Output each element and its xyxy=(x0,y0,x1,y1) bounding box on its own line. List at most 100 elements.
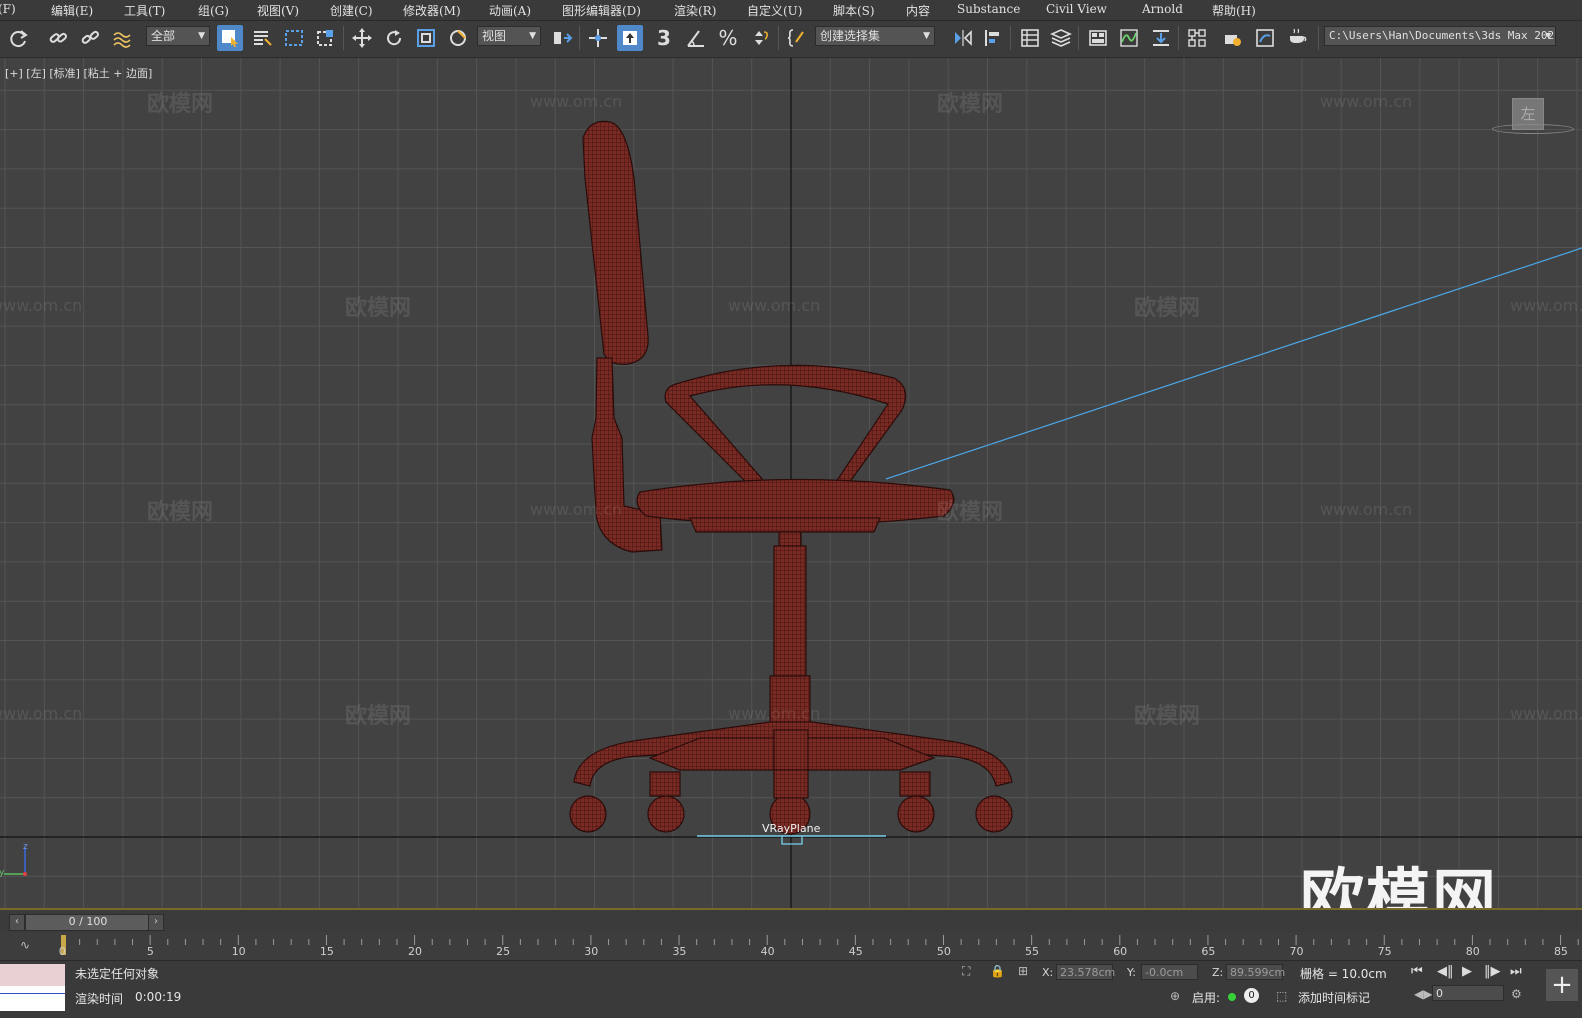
placement-icon[interactable] xyxy=(445,25,471,51)
rendered-frame-window-icon[interactable] xyxy=(1252,25,1278,51)
select-object-icon[interactable] xyxy=(217,25,243,51)
menu-modifiers[interactable]: 修改器(M) xyxy=(403,2,461,19)
key-mode-toggle-icon[interactable]: ◀▶ xyxy=(1414,987,1432,1001)
edit-named-selection-icon[interactable] xyxy=(784,25,810,51)
menu-arnold[interactable]: Arnold xyxy=(1142,2,1183,16)
y-coord-field[interactable]: -0.0cm xyxy=(1141,964,1198,980)
absolute-mode-icon[interactable]: ⊞ xyxy=(1018,964,1028,978)
add-time-tag-text[interactable]: 添加时间标记 xyxy=(1298,989,1370,1006)
brand-logo-watermark: 欧模网 xyxy=(1300,863,1498,908)
selection-filter-dropdown[interactable]: 全部 ▼ xyxy=(146,26,210,46)
time-slider-bar: ‹ 0 / 100 › xyxy=(0,908,1582,932)
track-tick-label: 80 xyxy=(1465,945,1480,958)
time-slider-next-button[interactable]: › xyxy=(148,914,164,931)
menu-group[interactable]: 组(G) xyxy=(198,2,229,19)
curve-editor-icon[interactable] xyxy=(1116,25,1142,51)
rectangular-selection-icon[interactable] xyxy=(281,25,307,51)
pivot-center-icon[interactable] xyxy=(549,25,575,51)
viewcube-compass-ring[interactable] xyxy=(1492,124,1574,134)
chevron-down-icon: ▼ xyxy=(923,31,930,41)
track-tick-label: 20 xyxy=(408,945,422,958)
viewport-left[interactable]: [+] [左] [标准] [粘土 + 边面] 欧模网 www.om.cn 欧模网… xyxy=(0,58,1582,908)
enabled-count-badge[interactable]: 0 xyxy=(1244,988,1259,1003)
menu-file[interactable]: (F) xyxy=(0,2,16,16)
menu-tools[interactable]: 工具(T) xyxy=(124,2,165,19)
unlink-icon[interactable] xyxy=(77,25,103,51)
rotate-icon[interactable] xyxy=(381,25,407,51)
z-coord-field[interactable]: 89.599cm xyxy=(1226,964,1285,980)
toolbar-separator xyxy=(1010,26,1011,50)
redo-icon[interactable] xyxy=(6,25,32,51)
vray-plane-label: VRayPlane xyxy=(762,822,821,835)
time-tag-icon[interactable]: ⬚ xyxy=(1276,989,1287,1003)
bind-space-warp-icon[interactable] xyxy=(109,25,135,51)
select-by-name-icon[interactable] xyxy=(249,25,275,51)
material-editor-icon[interactable] xyxy=(1184,25,1210,51)
time-slider[interactable]: 0 / 100 xyxy=(25,914,151,931)
percent-snap-icon[interactable]: % xyxy=(715,25,741,51)
render-production-icon[interactable] xyxy=(1284,25,1310,51)
layer-explorer-icon[interactable] xyxy=(1048,25,1074,51)
ribbon-toggle-icon[interactable] xyxy=(1085,25,1111,51)
window-crossing-icon[interactable] xyxy=(313,25,339,51)
maxscript-mini-listener[interactable] xyxy=(0,964,65,1011)
x-coord-field[interactable]: 23.578cm xyxy=(1056,964,1115,980)
watermark-url: www.om.cn xyxy=(0,704,83,723)
keyboard-shortcut-override-icon[interactable] xyxy=(617,25,643,51)
project-path-dropdown[interactable]: C:\Users\Han\Documents\3ds Max 2022 ▼ xyxy=(1324,26,1556,46)
reference-coordinate-dropdown[interactable]: 视图 ▼ xyxy=(477,26,541,46)
menu-scripting[interactable]: 脚本(S) xyxy=(833,2,875,19)
menu-create[interactable]: 创建(C) xyxy=(330,2,373,19)
menu-rendering[interactable]: 渲染(R) xyxy=(674,2,716,19)
time-configuration-icon[interactable]: ⚙ xyxy=(1511,987,1522,1001)
angle-snap-icon[interactable] xyxy=(683,25,709,51)
schematic-view-icon[interactable] xyxy=(1148,25,1174,51)
menu-substance[interactable]: Substance xyxy=(957,2,1020,16)
menu-customize[interactable]: 自定义(U) xyxy=(747,2,802,19)
menu-edit[interactable]: 编辑(E) xyxy=(51,2,93,19)
mirror-icon[interactable] xyxy=(950,25,976,51)
track-tick-label: 50 xyxy=(936,945,951,958)
toolbar-separator xyxy=(1318,26,1319,50)
lock-icon[interactable]: 🔒 xyxy=(990,964,1005,978)
named-selection-dropdown[interactable]: 创建选择集 ▼ xyxy=(815,26,935,46)
link-icon[interactable] xyxy=(45,25,71,51)
track-bar[interactable]: ∿ 0 5 10 15 20 25 30 35 40 45 50 55 60 65 70 75 80 85 xyxy=(0,932,1582,960)
go-to-start-icon[interactable]: ⏮ xyxy=(1411,964,1423,979)
spinner-snap-icon[interactable] xyxy=(747,25,773,51)
menu-graph-editors[interactable]: 图形编辑器(D) xyxy=(562,2,641,19)
snaps-toggle-icon[interactable]: 3 xyxy=(651,25,677,51)
selection-status-text: 未选定任何对象 xyxy=(75,967,160,981)
menu-content[interactable]: 内容 xyxy=(906,2,930,19)
selection-filter-value: 全部 xyxy=(151,29,176,43)
menu-help[interactable]: 帮助(H) xyxy=(1212,2,1256,19)
watermark-url: www.om.cn xyxy=(1320,92,1413,111)
track-tick-label: 60 xyxy=(1113,945,1128,958)
previous-frame-icon[interactable]: ◀‖ xyxy=(1437,964,1454,979)
viewport-label-menu[interactable]: [+] [左] [标准] [粘土 + 边面] xyxy=(5,65,152,81)
isolate-selection-icon[interactable]: ⛶ xyxy=(962,964,970,979)
track-tick-label: 40 xyxy=(760,945,775,958)
render-setup-icon[interactable] xyxy=(1220,25,1246,51)
go-to-end-icon[interactable]: ⏭ xyxy=(1510,964,1522,979)
create-panel-plus-button[interactable]: + xyxy=(1546,969,1578,1001)
track-tick-label: 45 xyxy=(848,945,863,958)
z-coord-label: Z: xyxy=(1212,966,1224,979)
menu-animation[interactable]: 动画(A) xyxy=(489,2,531,19)
next-frame-icon[interactable]: ‖▶ xyxy=(1484,964,1501,979)
move-icon[interactable] xyxy=(349,25,375,51)
scale-icon[interactable] xyxy=(413,25,439,51)
axis-z-label: z xyxy=(23,842,28,852)
menu-views[interactable]: 视图(V) xyxy=(257,2,299,19)
track-tick-label: 10 xyxy=(231,945,246,958)
play-icon[interactable]: ▶ xyxy=(1462,964,1472,979)
select-and-manipulate-icon[interactable] xyxy=(585,25,611,51)
watermark: 欧模网 xyxy=(147,500,214,525)
adaptive-degradation-icon[interactable]: ⊕ xyxy=(1170,989,1180,1003)
align-icon[interactable] xyxy=(980,25,1006,51)
current-frame-field[interactable]: 0 xyxy=(1432,985,1504,1001)
mini-curve-editor-icon[interactable]: ∿ xyxy=(20,938,30,952)
scene-explorer-icon[interactable] xyxy=(1017,25,1043,51)
menu-civil-view[interactable]: Civil View xyxy=(1046,2,1107,16)
time-slider-prev-button[interactable]: ‹ xyxy=(9,914,25,931)
